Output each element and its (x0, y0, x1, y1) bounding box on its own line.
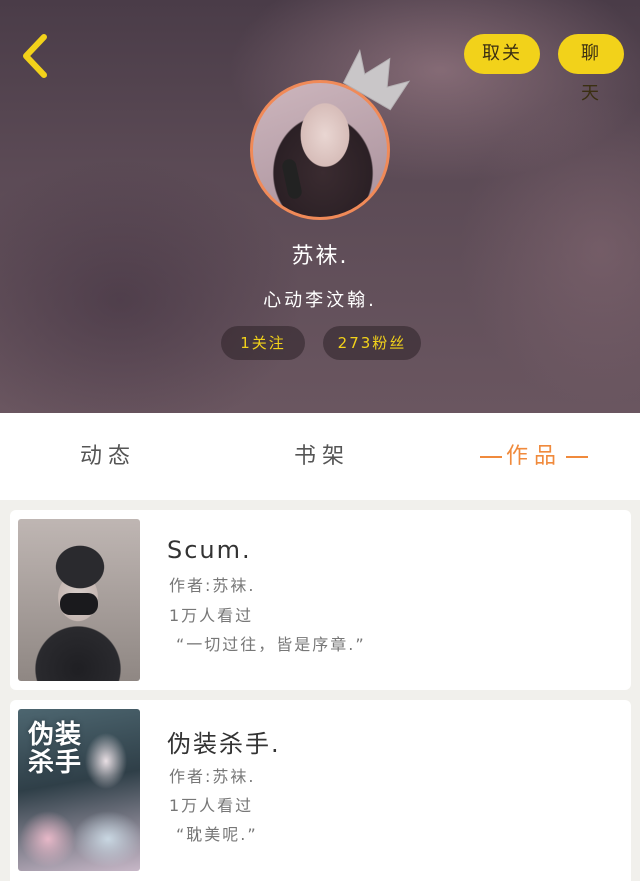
active-indicator-right (566, 456, 588, 458)
chat-button[interactable]: 聊天 (558, 34, 624, 104)
crown-icon (342, 49, 411, 111)
book-author: 作者:苏袜. (169, 576, 256, 595)
book-cover: 伪装杀手 (18, 709, 140, 871)
book-title: 伪装杀手. (167, 730, 281, 758)
profile-tabs: 动态 书架 作品 (0, 413, 640, 500)
tab-works-label: 作品 (505, 444, 562, 469)
book-views: 1万人看过 (169, 606, 254, 625)
microphone-shape (280, 157, 304, 201)
book-quote: “耽美呢.” (176, 825, 258, 844)
signature: 心动李汶翰. (263, 290, 377, 311)
book-views: 1万人看过 (169, 796, 254, 815)
work-card[interactable]: Scum. 作者:苏袜. 1万人看过 “一切过往，皆是序章.” (10, 510, 631, 690)
profile-header: 取关 聊天 苏袜. 心动李汶翰. 1关注 273粉丝 (0, 0, 640, 413)
following-count[interactable]: 1关注 (221, 326, 305, 360)
book-quote: “一切过往，皆是序章.” (176, 635, 366, 654)
tab-shelf[interactable]: 书架 (272, 413, 372, 500)
book-cover (18, 519, 140, 681)
nickname: 苏袜. (291, 244, 349, 269)
cover-title: 伪装杀手 (28, 720, 83, 778)
chevron-left-icon (23, 34, 47, 78)
book-title: Scum. (167, 536, 252, 564)
cover-figure (60, 593, 98, 615)
tab-dynamic[interactable]: 动态 (58, 413, 158, 500)
tab-works[interactable]: 作品 (468, 413, 600, 500)
fans-count[interactable]: 273粉丝 (323, 326, 421, 360)
work-card[interactable]: 伪装杀手 伪装杀手. 作者:苏袜. 1万人看过 “耽美呢.” (10, 700, 631, 881)
book-author: 作者:苏袜. (169, 767, 256, 786)
back-button[interactable] (14, 30, 54, 82)
unfollow-button[interactable]: 取关 (464, 34, 540, 74)
active-indicator-left (479, 456, 502, 458)
